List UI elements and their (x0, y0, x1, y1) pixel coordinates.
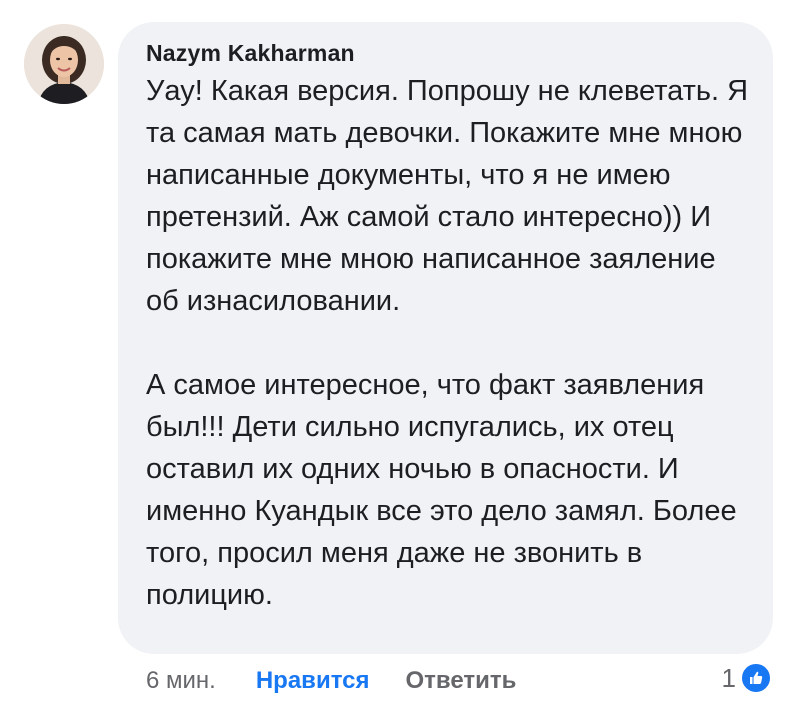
comment-paragraph: Уау! Какая версия. Попрошу не клеветать.… (146, 75, 749, 317)
comment-author[interactable]: Nazym Kakharman (146, 38, 749, 68)
comment-body: Уау! Какая версия. Попрошу не клеветать.… (146, 70, 749, 616)
thumbs-up-icon (740, 662, 772, 694)
avatar-photo (24, 24, 104, 104)
like-button[interactable]: Нравится (256, 667, 370, 695)
comment-screen: Nazym Kakharman Уау! Какая версия. Попро… (0, 0, 800, 713)
reaction-summary[interactable]: 1 (722, 662, 772, 694)
reaction-count: 1 (721, 662, 736, 693)
comment-bubble: Nazym Kakharman Уау! Какая версия. Попро… (118, 22, 773, 654)
comment-timestamp[interactable]: 6 мин. (146, 667, 216, 695)
comment-actions: 6 мин. Нравится Ответить (146, 664, 516, 698)
reply-button[interactable]: Ответить (405, 667, 516, 695)
avatar[interactable] (24, 24, 104, 104)
comment-paragraph: А самое интересное, что факт заявления б… (146, 369, 737, 611)
